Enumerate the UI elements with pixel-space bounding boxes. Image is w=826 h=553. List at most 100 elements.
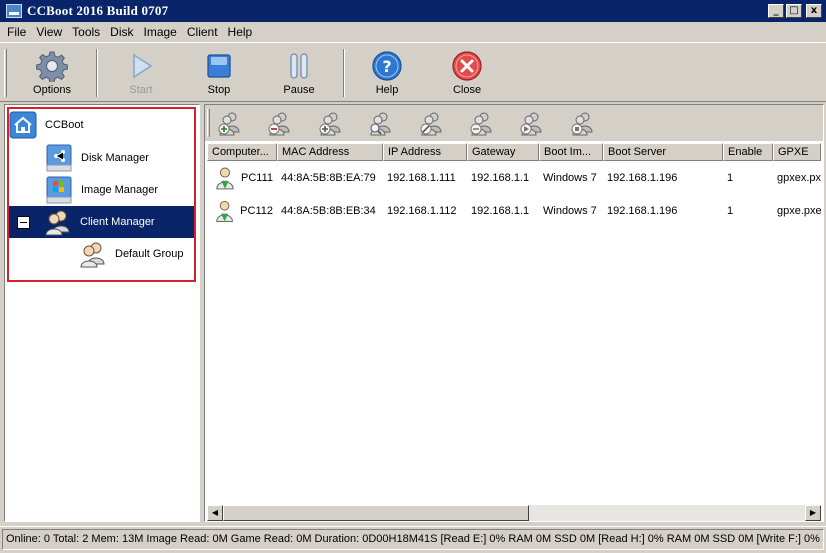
- tree-label-ccboot: CCBoot: [45, 119, 84, 131]
- tree-label-image-manager: Image Manager: [81, 184, 159, 196]
- pause-button[interactable]: Pause: [264, 47, 334, 99]
- search-client-icon[interactable]: [368, 110, 394, 136]
- svg-text:?: ?: [382, 57, 391, 76]
- stop-button[interactable]: Stop: [184, 47, 254, 99]
- column-mac-address[interactable]: MAC Address: [277, 143, 383, 161]
- tree-label-disk-manager: Disk Manager: [81, 152, 149, 164]
- menu-image[interactable]: Image: [139, 23, 182, 41]
- menu-view[interactable]: View: [31, 23, 67, 41]
- close-icon: [452, 51, 482, 81]
- cell-ip: 192.168.1.111: [387, 171, 456, 184]
- cell-boot-server: 192.168.1.196: [607, 171, 678, 184]
- tree-label-default-group: Default Group: [115, 248, 184, 260]
- table-row[interactable]: PC112 44:8A:5B:8B:EB:34 192.168.1.112 19…: [207, 194, 821, 227]
- scroll-left-arrow-icon[interactable]: ◀: [207, 505, 223, 521]
- toolbar-separator: [343, 49, 345, 97]
- app-icon: [6, 4, 22, 18]
- computer-name: PC111: [240, 171, 273, 184]
- gear-icon: [36, 51, 68, 82]
- users-icon: [45, 210, 70, 236]
- tree-item-default-group[interactable]: Default Group: [79, 238, 183, 270]
- navigation-tree: CCBoot Disk Manager Image Manager Client…: [4, 104, 200, 522]
- menu-tools[interactable]: Tools: [67, 23, 105, 41]
- close-button[interactable]: Close: [432, 47, 502, 99]
- table-row[interactable]: PC111 44:8A:5B:8B:EA:79 192.168.1.111 19…: [207, 161, 821, 194]
- disable-client-icon[interactable]: [469, 110, 495, 136]
- column-gateway[interactable]: Gateway: [467, 143, 539, 161]
- column-ip-address[interactable]: IP Address: [383, 143, 467, 161]
- horizontal-scrollbar[interactable]: ◀ ▶: [207, 505, 821, 521]
- window-controls: _ □ x: [768, 4, 822, 18]
- cell-gateway: 192.168.1.1: [471, 171, 530, 184]
- column-gpxe[interactable]: GPXE: [773, 143, 821, 161]
- maximize-button[interactable]: □: [786, 4, 802, 18]
- column-enable[interactable]: Enable: [723, 143, 773, 161]
- menu-client[interactable]: Client: [182, 23, 223, 41]
- start-label: Start: [129, 84, 153, 96]
- close-label: Close: [452, 84, 482, 96]
- shutdown-client-icon[interactable]: [570, 110, 596, 136]
- cell-gateway: 192.168.1.1: [471, 204, 530, 217]
- client-table: PC111 44:8A:5B:8B:EA:79 192.168.1.111 19…: [207, 161, 821, 507]
- cell-enable: 1: [727, 171, 734, 184]
- client-pc-icon: [216, 167, 234, 189]
- toolbar-grip[interactable]: [4, 49, 7, 97]
- cell-boot-server: 192.168.1.196: [607, 204, 678, 217]
- client-toolbar-grip[interactable]: [207, 109, 210, 137]
- remove-client-icon[interactable]: [267, 110, 293, 136]
- cell-gpxe: gpxex.pxe: [777, 171, 821, 184]
- group-icon: [80, 242, 105, 268]
- menu-file[interactable]: File: [2, 23, 31, 41]
- cell-mac: 44:8A:5B:8B:EB:34: [281, 204, 376, 217]
- title-bar: CCBoot 2016 Build 0707 _ □ x: [0, 0, 826, 22]
- cell-computer: PC111: [207, 165, 277, 191]
- column-computer[interactable]: Computer...: [207, 143, 277, 161]
- stop-label: Stop: [207, 84, 231, 96]
- disk-manager-icon: [46, 144, 72, 172]
- home-icon: [9, 111, 37, 139]
- edit-client-icon[interactable]: [419, 110, 445, 136]
- tree-label-client-manager: Client Manager: [80, 216, 155, 228]
- start-button[interactable]: Start: [106, 47, 176, 99]
- cell-computer: PC112: [207, 198, 277, 224]
- help-icon: ?: [372, 51, 402, 81]
- client-toolbar: [205, 105, 823, 141]
- scroll-thumb[interactable]: [223, 505, 529, 521]
- toolbar-separator: [96, 49, 98, 97]
- cell-boot-image: Windows 7: [543, 171, 597, 184]
- cell-boot-image: Windows 7: [543, 204, 597, 217]
- stop-icon: [207, 54, 231, 78]
- pause-icon: [290, 53, 308, 79]
- cell-enable: 1: [727, 204, 734, 217]
- options-label: Options: [33, 84, 71, 96]
- play-icon: [133, 53, 153, 79]
- menu-help[interactable]: Help: [223, 23, 258, 41]
- cell-ip: 192.168.1.112: [387, 204, 457, 217]
- close-window-button[interactable]: x: [806, 4, 822, 18]
- window-title: CCBoot 2016 Build 0707: [27, 3, 169, 18]
- client-table-header: Computer... MAC Address IP Address Gatew…: [207, 143, 821, 161]
- pause-label: Pause: [283, 84, 315, 96]
- menu-disk[interactable]: Disk: [105, 23, 138, 41]
- cell-mac: 44:8A:5B:8B:EA:79: [281, 171, 376, 184]
- status-bar: Online: 0 Total: 2 Mem: 13M Image Read: …: [0, 526, 826, 553]
- column-boot-server[interactable]: Boot Server: [603, 143, 723, 161]
- options-button[interactable]: Options: [17, 47, 87, 99]
- computer-name: PC112: [240, 204, 273, 217]
- scroll-right-arrow-icon[interactable]: ▶: [805, 505, 821, 521]
- wake-client-icon[interactable]: [519, 110, 545, 136]
- tree-item-client-manager[interactable]: Client Manager: [9, 206, 195, 238]
- image-manager-icon: [46, 176, 72, 204]
- help-label: Help: [375, 84, 399, 96]
- tree-item-ccboot[interactable]: CCBoot: [9, 109, 84, 141]
- client-pc-icon: [216, 200, 233, 222]
- tree-item-image-manager[interactable]: Image Manager: [45, 174, 158, 206]
- tree-item-disk-manager[interactable]: Disk Manager: [45, 142, 149, 174]
- status-text: Online: 0 Total: 2 Mem: 13M Image Read: …: [2, 529, 824, 550]
- add-group-icon[interactable]: [318, 110, 344, 136]
- collapse-toggle[interactable]: [17, 215, 30, 229]
- help-button[interactable]: ? Help: [352, 47, 422, 99]
- column-boot-image[interactable]: Boot Im...: [539, 143, 603, 161]
- add-client-icon[interactable]: [217, 110, 243, 136]
- minimize-button[interactable]: _: [768, 4, 784, 18]
